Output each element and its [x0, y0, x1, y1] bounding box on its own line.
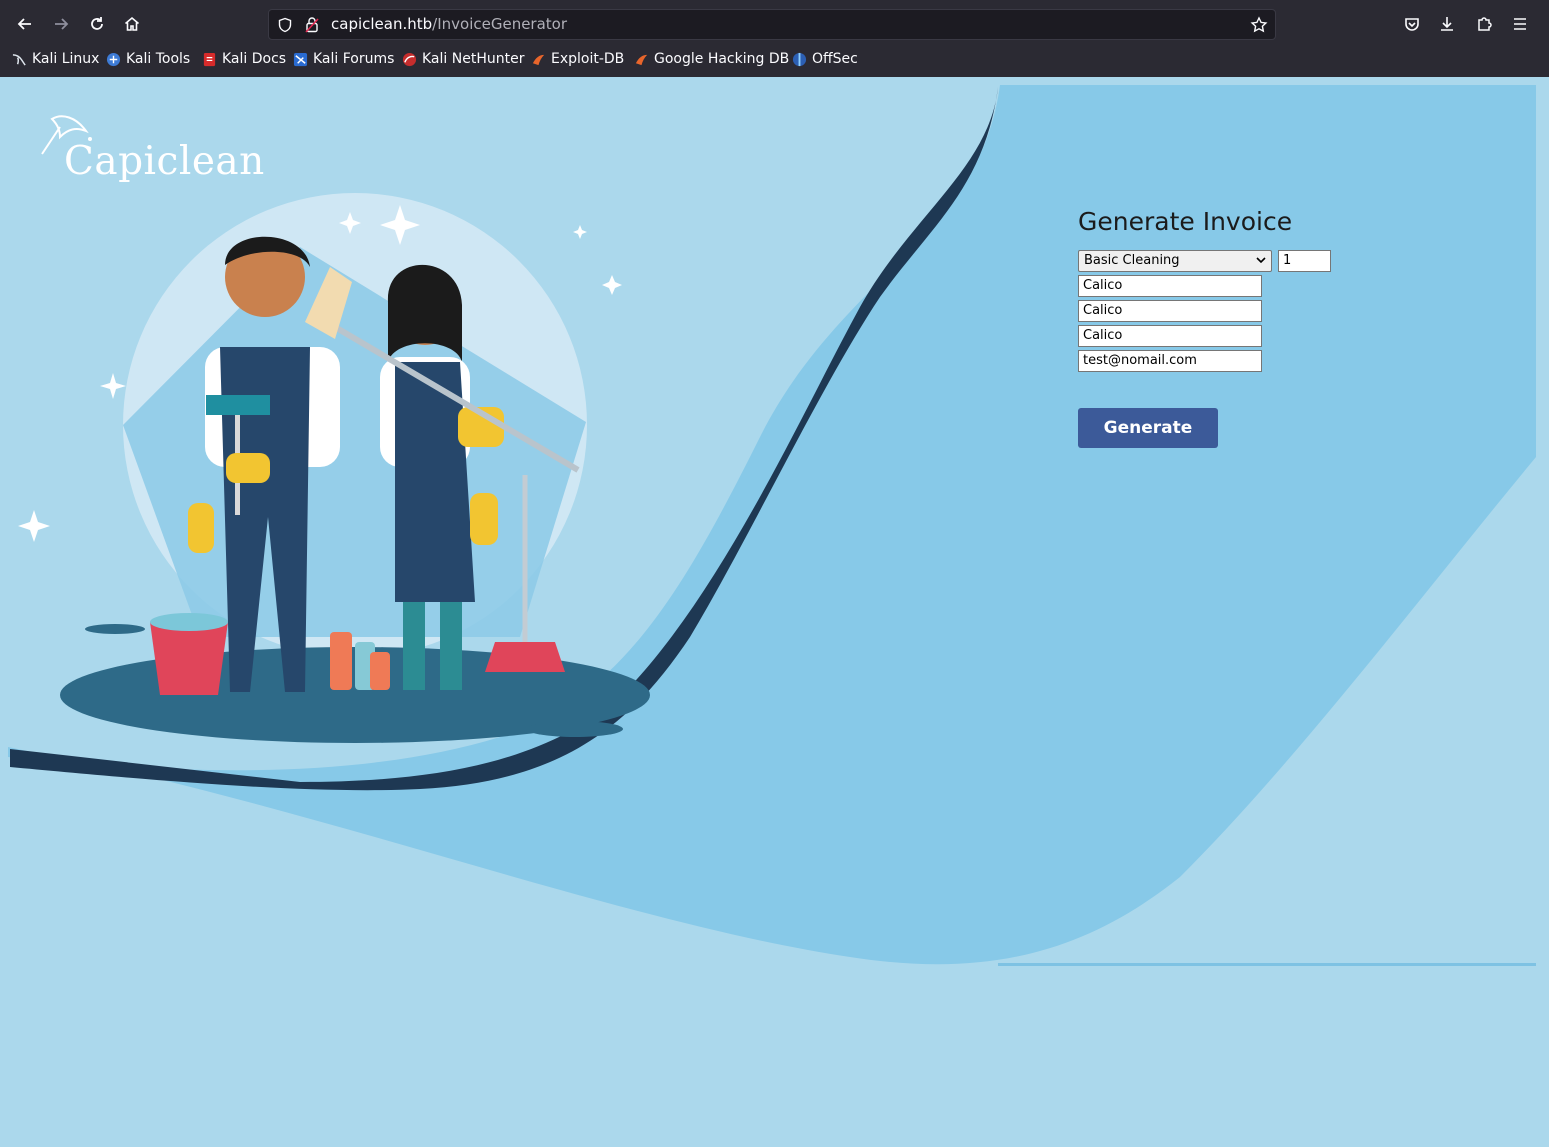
kali-tools-icon	[106, 52, 121, 66]
url-text: capiclean.htb/InvoiceGenerator	[331, 15, 567, 33]
kali-forums-icon	[293, 52, 308, 66]
forward-button[interactable]	[49, 12, 73, 36]
bookmark-label: Kali NetHunter	[422, 51, 525, 67]
url-path: /InvoiceGenerator	[432, 15, 568, 33]
bookmark-label: Kali Docs	[222, 51, 287, 67]
bookmark-kali-nethunter[interactable]: Kali NetHunter	[402, 51, 524, 67]
service-selected-value: Basic Cleaning	[1084, 253, 1180, 268]
puzzle-icon	[1478, 17, 1492, 31]
browser-chrome: capiclean.htb/InvoiceGenerator Kali Linu…	[0, 0, 1549, 77]
star-bookmark-icon[interactable]	[1250, 16, 1268, 34]
name-field-2[interactable]: Calico	[1078, 300, 1262, 322]
service-select[interactable]: Basic Cleaning	[1078, 250, 1272, 272]
lock-icon[interactable]	[304, 16, 320, 34]
bookmark-kali-linux[interactable]: Kali Linux	[12, 51, 99, 67]
bookmark-label: Kali Forums	[313, 51, 395, 67]
hamburger-menu-icon	[1514, 18, 1526, 30]
bookmark-kali-tools[interactable]: Kali Tools	[106, 51, 190, 67]
shield-icon[interactable]	[277, 17, 293, 33]
quantity-input[interactable]: 1	[1278, 250, 1331, 272]
bookmark-label: OffSec	[812, 51, 858, 67]
home-icon	[124, 16, 140, 31]
address-bar[interactable]: capiclean.htb/InvoiceGenerator	[268, 9, 1276, 40]
pocket-button[interactable]	[1400, 12, 1424, 36]
logo-text: Capiclean	[64, 139, 265, 184]
extensions-button[interactable]	[1472, 12, 1496, 36]
ghdb-icon	[635, 54, 648, 65]
back-button[interactable]	[13, 12, 37, 36]
download-icon	[1441, 17, 1453, 31]
name-field-1[interactable]: Calico	[1078, 275, 1262, 297]
email-field[interactable]: test@nomail.com	[1078, 350, 1262, 372]
service-row: Basic Cleaning 1	[1078, 250, 1408, 274]
bookmark-label: Google Hacking DB	[654, 51, 790, 67]
bookmarks-toolbar: Kali Linux Kali Tools Kali Docs Kali For…	[0, 48, 1549, 74]
capiclean-logo[interactable]: Capiclean	[38, 109, 264, 189]
bookmark-exploit-db[interactable]: Exploit-DB	[531, 51, 624, 67]
invoice-form: Generate Invoice Basic Cleaning 1 Calico…	[1078, 207, 1408, 448]
kali-dragon-icon	[12, 53, 26, 66]
kali-docs-icon	[203, 52, 216, 66]
back-arrow-icon	[17, 18, 31, 30]
browser-toolbar: capiclean.htb/InvoiceGenerator	[0, 0, 1549, 46]
reload-button[interactable]	[85, 12, 109, 36]
home-button[interactable]	[120, 12, 144, 36]
form-title: Generate Invoice	[1078, 207, 1293, 236]
exploit-db-icon	[532, 54, 545, 65]
name-field-3[interactable]: Calico	[1078, 325, 1262, 347]
bookmark-offsec[interactable]: OffSec	[792, 51, 858, 67]
bookmark-google-hacking-db[interactable]: Google Hacking DB	[634, 51, 789, 67]
page-content: Capiclean Generate Invoice Basic Cleanin…	[0, 77, 1549, 1147]
bookmark-label: Exploit-DB	[551, 51, 625, 67]
bookmark-kali-docs[interactable]: Kali Docs	[202, 51, 286, 67]
chevron-down-icon	[1256, 257, 1266, 264]
forward-arrow-icon	[55, 18, 69, 30]
bookmark-kali-forums[interactable]: Kali Forums	[293, 51, 394, 67]
pocket-icon	[1405, 18, 1419, 31]
generate-button[interactable]: Generate	[1078, 408, 1218, 448]
offsec-icon	[792, 52, 807, 66]
bookmark-label: Kali Tools	[126, 51, 191, 67]
reload-icon	[91, 17, 103, 30]
menu-button[interactable]	[1508, 12, 1532, 36]
downloads-button[interactable]	[1435, 12, 1459, 36]
bookmark-label: Kali Linux	[32, 51, 100, 67]
divider	[998, 963, 1536, 966]
kali-nethunter-icon	[402, 52, 417, 66]
url-host: capiclean.htb	[331, 15, 433, 33]
